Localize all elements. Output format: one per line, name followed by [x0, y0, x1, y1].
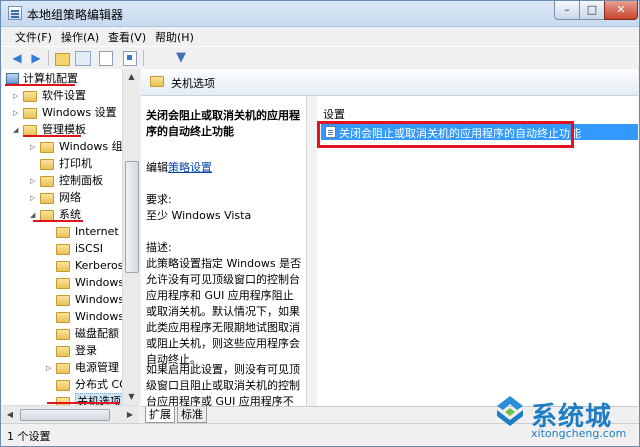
- expand-arrow-icon[interactable]: ▷: [30, 139, 37, 155]
- folder-icon: [56, 380, 70, 391]
- tree-pane: 计算机配置 ▷ 软件设置 ▷ Windows 设置 ◢ 管理模板 ▷ Windo…: [2, 69, 123, 405]
- description-text: 此策略设置指定 Windows 是否允许没有可见顶级窗口的控制台应用程序和 GU…: [146, 257, 302, 366]
- menu-file[interactable]: 文件(F): [15, 29, 52, 45]
- window-title: 本地组策略编辑器: [27, 8, 124, 22]
- maximize-button[interactable]: □: [579, 1, 605, 20]
- menu-view[interactable]: 查看(V): [108, 29, 146, 45]
- show-hide-tree-icon[interactable]: [75, 51, 91, 66]
- app-icon: [8, 6, 22, 20]
- expand-arrow-icon[interactable]: ▷: [46, 360, 53, 376]
- watermark-url: xitongcheng.com: [531, 427, 627, 440]
- description-label: 描述:: [146, 241, 172, 254]
- tree-horizontal-scrollbar[interactable]: ◀ ▶: [2, 405, 139, 423]
- tree-node[interactable]: ▷ 电源管理: [2, 360, 122, 376]
- requirements-label: 要求:: [146, 193, 172, 206]
- tree-node[interactable]: 登录: [2, 343, 122, 359]
- scroll-thumb[interactable]: [125, 161, 139, 273]
- export-list-icon[interactable]: [99, 51, 113, 66]
- folder-icon: [56, 295, 70, 306]
- tree-node[interactable]: Internet 通: [2, 224, 122, 240]
- help-icon[interactable]: [123, 51, 137, 66]
- expand-arrow-icon[interactable]: ▷: [30, 190, 37, 206]
- title-bar[interactable]: 本地组策略编辑器 – □ ✕: [1, 1, 639, 27]
- tree-node[interactable]: iSCSI: [2, 241, 122, 257]
- close-button[interactable]: ✕: [604, 1, 638, 20]
- watermark-logo-icon: [497, 396, 523, 426]
- minimize-button[interactable]: –: [554, 1, 580, 20]
- scroll-right-arrow-icon[interactable]: ▶: [122, 406, 138, 423]
- collapse-arrow-icon[interactable]: ◢: [13, 122, 20, 138]
- edit-policy-link[interactable]: 策略设置: [168, 161, 212, 174]
- watermark: 系统城 xitongcheng.com: [487, 394, 639, 446]
- toolbar-separator: [143, 50, 144, 66]
- tree-node[interactable]: 分布式 CO: [2, 377, 122, 393]
- scroll-down-arrow-icon[interactable]: ▼: [123, 389, 140, 405]
- folder-icon: [40, 176, 54, 187]
- folder-icon: [23, 91, 37, 102]
- folder-icon: [40, 159, 54, 170]
- folder-icon: [23, 108, 37, 119]
- edit-policy-line: 编辑策略设置: [146, 161, 212, 174]
- menu-action[interactable]: 操作(A): [61, 29, 99, 45]
- tree-node[interactable]: ▷ 控制面板: [2, 173, 122, 189]
- folder-icon: [56, 363, 70, 374]
- tab-standard[interactable]: 标准: [177, 407, 207, 423]
- back-arrow-icon[interactable]: ◀: [9, 50, 25, 66]
- tree-node[interactable]: Windows: [2, 275, 122, 291]
- menu-bar: 文件(F) 操作(A) 查看(V) 帮助(H): [1, 27, 639, 45]
- tree-node[interactable]: Windows: [2, 292, 122, 308]
- folder-icon: [150, 76, 164, 87]
- annotation-underline: [33, 220, 83, 222]
- folder-icon: [56, 312, 70, 323]
- tree-vertical-scrollbar[interactable]: ▲ ▼: [122, 69, 140, 405]
- up-folder-icon[interactable]: [55, 53, 70, 66]
- folder-icon: [56, 227, 70, 238]
- scroll-up-arrow-icon[interactable]: ▲: [123, 69, 140, 85]
- annotation-underline: [47, 402, 119, 404]
- tree-node[interactable]: 打印机: [2, 156, 122, 172]
- annotation-highlight-box: [317, 121, 574, 148]
- filter-icon[interactable]: ▼: [173, 50, 189, 66]
- computer-icon: [6, 73, 19, 84]
- policy-description-panel: 关闭会阻止或取消关机的应用程序的自动终止功能 编辑策略设置 要求: 至少 Win…: [141, 96, 307, 406]
- column-header-setting[interactable]: 设置: [323, 106, 345, 122]
- description-scrollbar[interactable]: [307, 96, 317, 406]
- folder-icon: [56, 346, 70, 357]
- folder-icon: [56, 329, 70, 340]
- tree-node[interactable]: Windows: [2, 309, 122, 325]
- toolbar: ◀ ▶ ▼: [1, 46, 639, 70]
- folder-icon: [56, 261, 70, 272]
- expand-arrow-icon[interactable]: ▷: [13, 88, 20, 104]
- expand-arrow-icon[interactable]: ▷: [30, 173, 37, 189]
- menu-help[interactable]: 帮助(H): [155, 29, 194, 45]
- folder-icon: [56, 278, 70, 289]
- details-header-title: 关机选项: [171, 77, 215, 90]
- tab-extended[interactable]: 扩展: [145, 407, 175, 423]
- tree-node[interactable]: ▷ 网络: [2, 190, 122, 206]
- tree-node[interactable]: ▷ Windows 设置: [2, 105, 122, 121]
- tree-node[interactable]: ▷ Windows 组件: [2, 139, 122, 155]
- toolbar-separator: [48, 50, 49, 66]
- folder-icon: [40, 142, 54, 153]
- folder-icon: [56, 244, 70, 255]
- scroll-left-arrow-icon[interactable]: ◀: [2, 406, 18, 423]
- scroll-thumb[interactable]: [20, 409, 110, 421]
- tree-node[interactable]: ▷ 软件设置: [2, 88, 122, 104]
- tree-node[interactable]: Kerberos: [2, 258, 122, 274]
- folder-icon: [40, 193, 54, 204]
- group-policy-editor-window: 本地组策略编辑器 – □ ✕ 文件(F) 操作(A) 查看(V) 帮助(H) ◀…: [0, 0, 640, 447]
- annotation-underline: [5, 84, 75, 86]
- status-text: 1 个设置: [7, 430, 51, 443]
- details-header: 关机选项: [141, 69, 638, 96]
- annotation-underline: [23, 135, 81, 137]
- policy-title: 关闭会阻止或取消关机的应用程序的自动终止功能: [146, 109, 300, 138]
- tree-node[interactable]: 磁盘配额: [2, 326, 122, 342]
- description-text-continued: 如果启用此设置，则没有可见顶级窗口且阻止或取消关机的控制台应用程序或 GUI 应…: [146, 363, 300, 406]
- expand-arrow-icon[interactable]: ▷: [13, 105, 20, 121]
- requirements-value: 至少 Windows Vista: [146, 209, 252, 222]
- forward-arrow-icon[interactable]: ▶: [28, 50, 44, 66]
